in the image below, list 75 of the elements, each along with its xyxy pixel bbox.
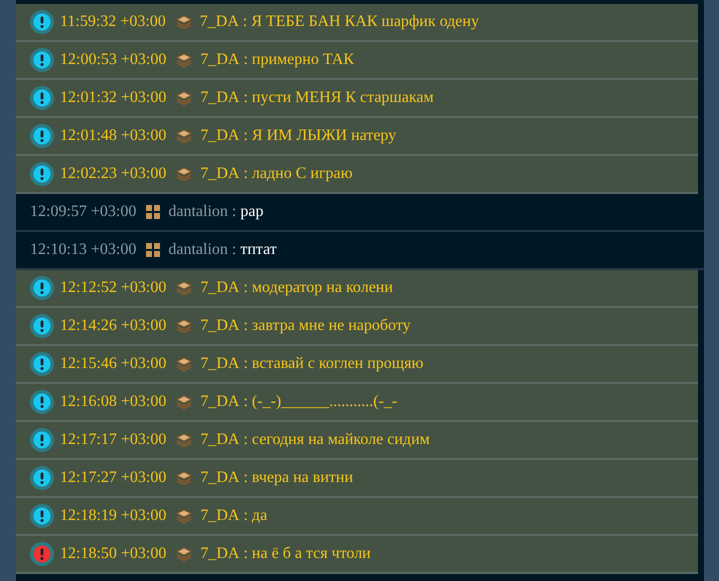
separator-colon: : [242, 13, 248, 31]
message-time: 12:17:27 +03:00 [60, 469, 166, 487]
separator-colon: : [243, 89, 248, 107]
message-author: 7_DA [200, 127, 240, 145]
layers-icon [176, 432, 192, 448]
message-author: 7_DA [200, 469, 240, 487]
message-time: 12:18:50 +03:00 [60, 545, 166, 563]
layers-icon [176, 546, 192, 562]
message-text: pap [240, 203, 264, 221]
message-text: ладно С играю [252, 165, 353, 183]
layers-icon [176, 14, 192, 30]
separator-colon: : [243, 355, 248, 373]
layers-icon [176, 394, 192, 410]
message-time: 12:00:53 +03:00 [60, 51, 166, 69]
separator-colon: : [243, 393, 248, 411]
message-text: на ё б а тся чтоли [252, 545, 371, 563]
message-time: 12:12:52 +03:00 [60, 279, 166, 297]
layers-icon [176, 166, 192, 182]
message-time: 12:01:48 +03:00 [60, 127, 166, 145]
layers-icon [176, 356, 192, 372]
separator-colon: : [243, 469, 248, 487]
message-author: 7_DA [200, 393, 240, 411]
message-author: dantalion [168, 203, 228, 221]
message-author: 7_DA [200, 431, 240, 449]
separator-colon: : [243, 507, 248, 525]
message-text: примерно ТАК [252, 51, 354, 69]
message-time: 12:15:46 +03:00 [60, 355, 166, 373]
layers-icon [176, 90, 192, 106]
layers-icon [176, 280, 192, 296]
separator-colon: : [243, 431, 248, 449]
message-text: модератор на колени [252, 279, 393, 297]
message-time: 12:14:26 +03:00 [60, 317, 166, 335]
message-time: 12:02:23 +03:00 [60, 165, 166, 183]
separator-colon: : [243, 127, 248, 145]
separator-colon: : [243, 545, 248, 563]
separator-colon: : [232, 241, 236, 259]
message-author: dantalion [168, 241, 228, 259]
message-text: вставай с коглен прощяю [252, 355, 424, 373]
message-text: Я ИМ ЛЫЖИ натеру [252, 127, 396, 145]
message-time: 12:16:08 +03:00 [60, 393, 166, 411]
message-author: 7_DA [200, 317, 240, 335]
message-text: сегодня на майколе сидим [252, 431, 430, 449]
layers-icon [176, 128, 192, 144]
message-author: 7_DA [200, 279, 240, 297]
message-text: вчера на витни [252, 469, 354, 487]
message-time: 12:10:13 +03:00 [30, 241, 136, 259]
grid-icon [146, 205, 160, 219]
message-time: 12:17:17 +03:00 [60, 431, 166, 449]
layers-icon [176, 52, 192, 68]
layers-icon [176, 470, 192, 486]
message-author: 7_DA [200, 13, 239, 31]
message-text: завтра мне не нароботу [252, 317, 411, 335]
separator-colon: : [243, 165, 248, 183]
message-time: 12:01:32 +03:00 [60, 89, 166, 107]
message-text: (-_-)______...........(-_- [252, 393, 398, 411]
message-author: 7_DA [200, 507, 240, 525]
separator-colon: : [243, 279, 248, 297]
layers-icon [176, 508, 192, 524]
layers-icon [176, 318, 192, 334]
separator-colon: : [243, 51, 248, 69]
message-text: пусти МЕНЯ К старшакам [252, 89, 434, 107]
message-text: тптат [240, 241, 277, 259]
separator-colon: : [243, 317, 248, 335]
grid-icon [146, 243, 160, 257]
separator-colon: : [232, 203, 236, 221]
message-author: 7_DA [200, 355, 240, 373]
message-author: 7_DA [200, 89, 240, 107]
message-author: 7_DA [200, 165, 240, 183]
message-author: 7_DA [200, 51, 240, 69]
message-text: да [252, 507, 268, 525]
message-time: 12:18:19 +03:00 [60, 507, 166, 525]
message-time: 11:59:32 +03:00 [60, 13, 166, 31]
message-time: 12:09:57 +03:00 [30, 203, 136, 221]
message-text: Я ТЕБЕ БАН КАК шарфик одену [251, 13, 479, 31]
message-author: 7_DA [200, 545, 240, 563]
